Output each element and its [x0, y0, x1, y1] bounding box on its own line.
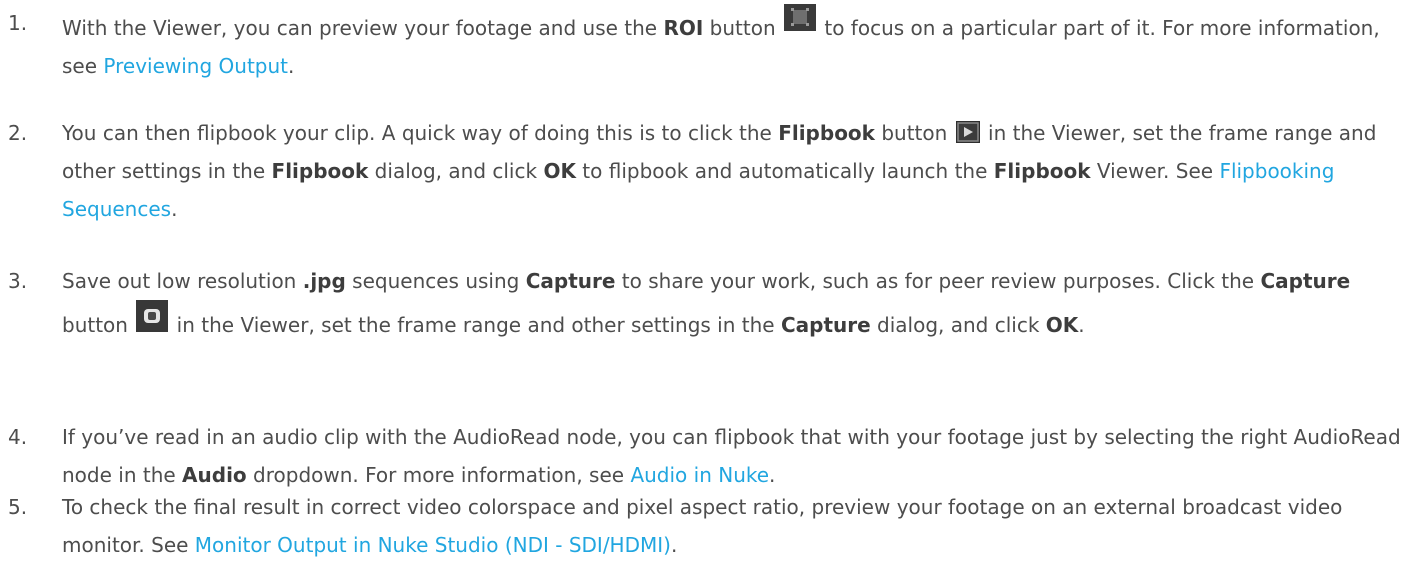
step-text: If you’ve read in an audio clip with the… [62, 418, 1407, 494]
ui-term: Flipbook [271, 159, 369, 183]
text-run: . [769, 463, 776, 487]
link-monitor-output[interactable]: Monitor Output in Nuke Studio (NDI - SDI… [195, 533, 671, 557]
step-text: You can then flipbook your clip. A quick… [62, 114, 1407, 228]
ui-term: .jpg [302, 269, 346, 293]
step-text: Save out low resolution .jpg sequences u… [62, 262, 1407, 344]
ui-term: ROI [663, 16, 704, 40]
text-run: to share your work, such as for peer rev… [615, 269, 1261, 293]
text-run: Save out low resolution [62, 269, 303, 293]
text-run: button [703, 16, 782, 40]
ui-term: Capture [780, 313, 871, 337]
text-run: . [288, 54, 295, 78]
flipbook-button-icon [955, 121, 980, 143]
text-run: button [874, 121, 954, 145]
step-text: To check the final result in correct vid… [62, 488, 1407, 564]
step-number: 4. [8, 425, 28, 449]
step-number: 2. [8, 121, 28, 145]
ui-term: Audio [182, 463, 247, 487]
ui-term: Capture [525, 269, 616, 293]
text-run: Viewer. See [1090, 159, 1220, 183]
step-text: With the Viewer, you can preview your fo… [62, 4, 1407, 85]
text-run: dialog, and click [368, 159, 544, 183]
text-run: . [1078, 313, 1085, 337]
text-run: dialog, and click [870, 313, 1046, 337]
text-run: sequences using [345, 269, 526, 293]
text-run: to flipbook and automatically launch the [575, 159, 994, 183]
capture-button-icon [136, 300, 169, 332]
text-run: in the Viewer, set the frame range and o… [170, 313, 781, 337]
text-run: With the Viewer, you can preview your fo… [62, 16, 664, 40]
ui-term: OK [543, 159, 576, 183]
ui-term: OK [1045, 313, 1079, 337]
link-previewing-output[interactable]: Previewing Output [103, 54, 288, 78]
step-number: 3. [8, 269, 28, 293]
text-run: dropdown. For more information, see [246, 463, 631, 487]
step-number: 5. [8, 495, 28, 519]
text-run: . [670, 533, 678, 557]
text-run: You can then flipbook your clip. A quick… [62, 121, 779, 145]
roi-button-icon [784, 4, 816, 31]
text-run: . [171, 197, 178, 221]
link-audio-in-nuke[interactable]: Audio in Nuke [630, 463, 769, 487]
ui-term: Capture [1260, 269, 1351, 293]
step-number: 1. [8, 11, 28, 35]
ui-term: Flipbook [778, 121, 875, 145]
ui-term: Flipbook [993, 159, 1091, 183]
text-run: button [62, 313, 135, 337]
